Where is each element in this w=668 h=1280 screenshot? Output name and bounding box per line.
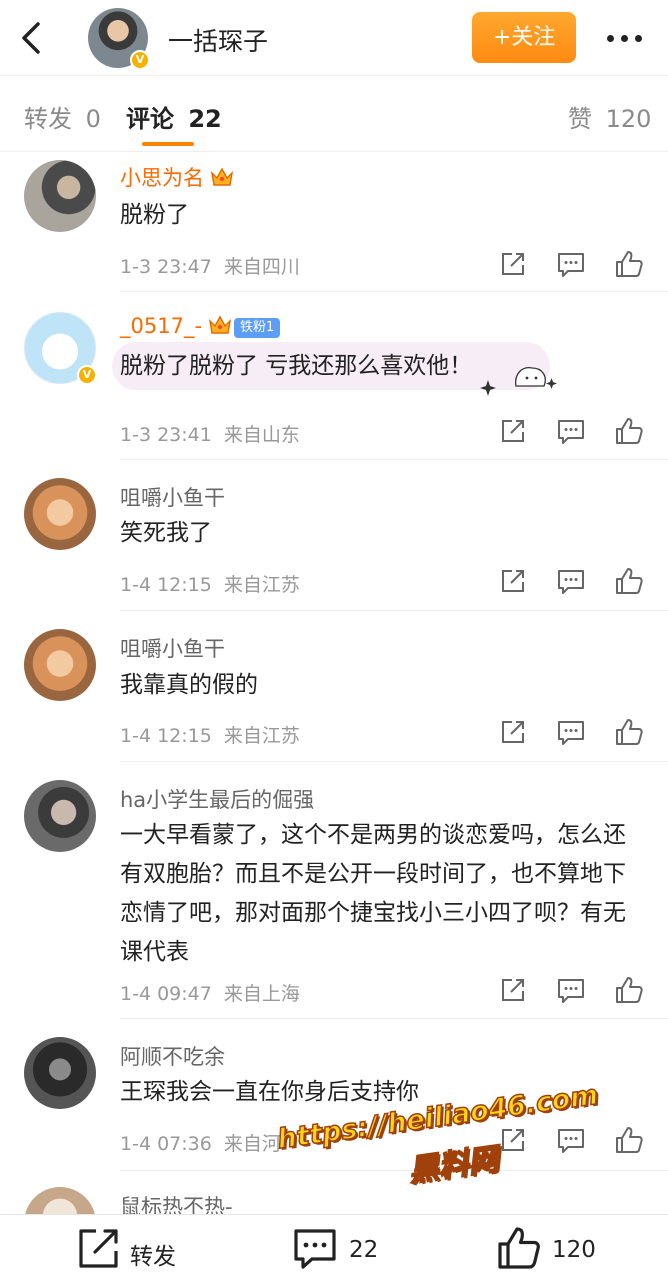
reply-icon[interactable]: [556, 717, 586, 747]
comment-time: 1-3 23:47: [120, 256, 212, 278]
comment-time: 1-4 12:15: [120, 725, 212, 747]
commenter-avatar[interactable]: V: [24, 312, 97, 385]
share-icon[interactable]: [498, 1125, 528, 1155]
commenter-name[interactable]: _0517_- 铁粉1: [120, 314, 281, 338]
repost-button[interactable]: 转发: [76, 1225, 186, 1271]
reply-icon[interactable]: [556, 1125, 586, 1155]
comment-meta: 1-4 12:15 来自江苏: [120, 721, 300, 748]
tab-reposts-label: 转发: [24, 105, 72, 133]
tab-likes-label: 赞: [568, 105, 592, 133]
commenter-name-text: 小思为名: [120, 166, 204, 190]
comment-item: 咀嚼小鱼干 我靠真的假的 1-4 12:15 来自江苏: [0, 611, 668, 762]
share-icon[interactable]: [498, 249, 528, 279]
comment-time: 1-4 07:36: [120, 1133, 212, 1155]
comment-text: 脱粉了: [120, 202, 189, 228]
comment-text: 笑死我了: [120, 520, 212, 546]
comment-location: 来自上海: [223, 983, 300, 1005]
commenter-name[interactable]: ha小学生最后的倔强: [120, 784, 314, 814]
comment-count: 22: [349, 1237, 379, 1263]
reply-icon[interactable]: [556, 975, 586, 1005]
tab-likes[interactable]: 赞 120: [568, 99, 651, 134]
comment-text: 一大早看蒙了，这个不是两男的谈恋爱吗，怎么还有双胞胎？而且不是公开一段时间了，也…: [120, 822, 626, 965]
comment-item: ha小学生最后的倔强 一大早看蒙了，这个不是两男的谈恋爱吗，怎么还有双胞胎？而且…: [0, 762, 668, 1019]
like-icon[interactable]: [614, 566, 644, 596]
account-avatar[interactable]: V: [88, 8, 150, 70]
reply-icon[interactable]: [556, 566, 586, 596]
bottom-action-bar: 转发 22 120: [0, 1214, 668, 1280]
comment-location: 来自四川: [223, 256, 300, 278]
commenter-name[interactable]: 咀嚼小鱼干: [120, 633, 225, 663]
tab-comments-label: 评论: [126, 105, 174, 133]
comment-location: 来自江苏: [223, 725, 300, 747]
like-count: 120: [552, 1237, 596, 1263]
commenter-name[interactable]: 小思为名: [120, 162, 234, 192]
commenter-name[interactable]: 阿顺不吃余: [120, 1041, 225, 1071]
commenter-avatar[interactable]: [24, 478, 96, 550]
comment-text: 我靠真的假的: [120, 672, 258, 698]
like-icon[interactable]: [614, 975, 644, 1005]
comment-button[interactable]: 22: [292, 1225, 392, 1271]
tab-reposts-count: 0: [85, 105, 101, 133]
share-icon[interactable]: [498, 566, 528, 596]
share-icon[interactable]: [498, 975, 528, 1005]
like-icon: [498, 1227, 540, 1269]
commenter-name-text: _0517_-: [120, 314, 203, 338]
tab-likes-count: 120: [605, 105, 652, 133]
verified-badge-icon: V: [77, 365, 97, 385]
more-options-icon[interactable]: [600, 18, 650, 58]
comment-text: 脱粉了脱粉了 亏我还那么喜欢他！: [120, 353, 473, 379]
reply-icon[interactable]: [556, 416, 586, 446]
comment-meta: 1-4 12:15 来自江苏: [120, 570, 300, 597]
tab-comments[interactable]: 评论 22: [126, 99, 222, 134]
comment-time: 1-4 09:47: [120, 983, 212, 1005]
active-tab-indicator: [142, 142, 194, 146]
repost-icon: [79, 1229, 118, 1268]
share-icon[interactable]: [498, 416, 528, 446]
comment-meta: 1-4 09:47 来自上海: [120, 979, 300, 1006]
commenter-avatar[interactable]: [24, 1187, 96, 1214]
comment-meta: 1-3 23:47 来自四川: [120, 252, 300, 279]
comment-meta: 1-4 07:36 来自河: [120, 1129, 281, 1156]
like-icon[interactable]: [614, 717, 644, 747]
comment-item: 咀嚼小鱼干 笑死我了 1-4 12:15 来自江苏: [0, 460, 668, 611]
commenter-avatar[interactable]: [24, 629, 96, 701]
like-icon[interactable]: [614, 249, 644, 279]
comment-location: 来自山东: [223, 424, 300, 446]
tab-bar: 转发 0 评论 22 赞 120: [0, 76, 668, 152]
reply-icon[interactable]: [556, 249, 586, 279]
commenter-name[interactable]: 鼠标热不热-: [120, 1191, 233, 1214]
vip-crown-icon: [210, 167, 234, 186]
follow-button[interactable]: +关注: [472, 12, 576, 63]
comment-time: 1-3 23:41: [120, 424, 212, 446]
comment-item: V _0517_- 铁粉1 脱粉了脱粉了 亏我还那么喜欢他！ 1-3 23:41 …: [0, 292, 668, 460]
commenter-avatar[interactable]: [24, 780, 96, 852]
like-button[interactable]: 120: [496, 1225, 626, 1271]
back-arrow-icon[interactable]: [16, 20, 48, 56]
comment-location: 来自江苏: [223, 574, 300, 596]
share-icon[interactable]: [498, 717, 528, 747]
repost-label: 转发: [130, 1244, 176, 1270]
comment-meta: 1-3 23:41 来自山东: [120, 420, 300, 447]
tab-reposts[interactable]: 转发 0: [24, 99, 101, 134]
verified-badge-icon: V: [130, 50, 150, 70]
like-icon[interactable]: [614, 1125, 644, 1155]
top-nav-bar: V 一括琛子 +关注: [0, 0, 668, 76]
comment-icon: [294, 1229, 336, 1269]
fan-level-badge: 铁粉1: [234, 318, 281, 338]
commenter-avatar[interactable]: [24, 160, 96, 232]
comment-item: 小思为名 脱粉了 1-3 23:47 来自四川: [0, 152, 668, 292]
vip-crown-icon: [208, 315, 232, 334]
account-name[interactable]: 一括琛子: [168, 22, 268, 58]
commenter-avatar[interactable]: [24, 1037, 96, 1109]
comment-time: 1-4 12:15: [120, 574, 212, 596]
commenter-name[interactable]: 咀嚼小鱼干: [120, 482, 225, 512]
comment-location: 来自河: [223, 1133, 281, 1155]
comment-item: 鼠标热不热-: [0, 1171, 668, 1214]
like-icon[interactable]: [614, 416, 644, 446]
tab-comments-count: 22: [188, 105, 222, 133]
